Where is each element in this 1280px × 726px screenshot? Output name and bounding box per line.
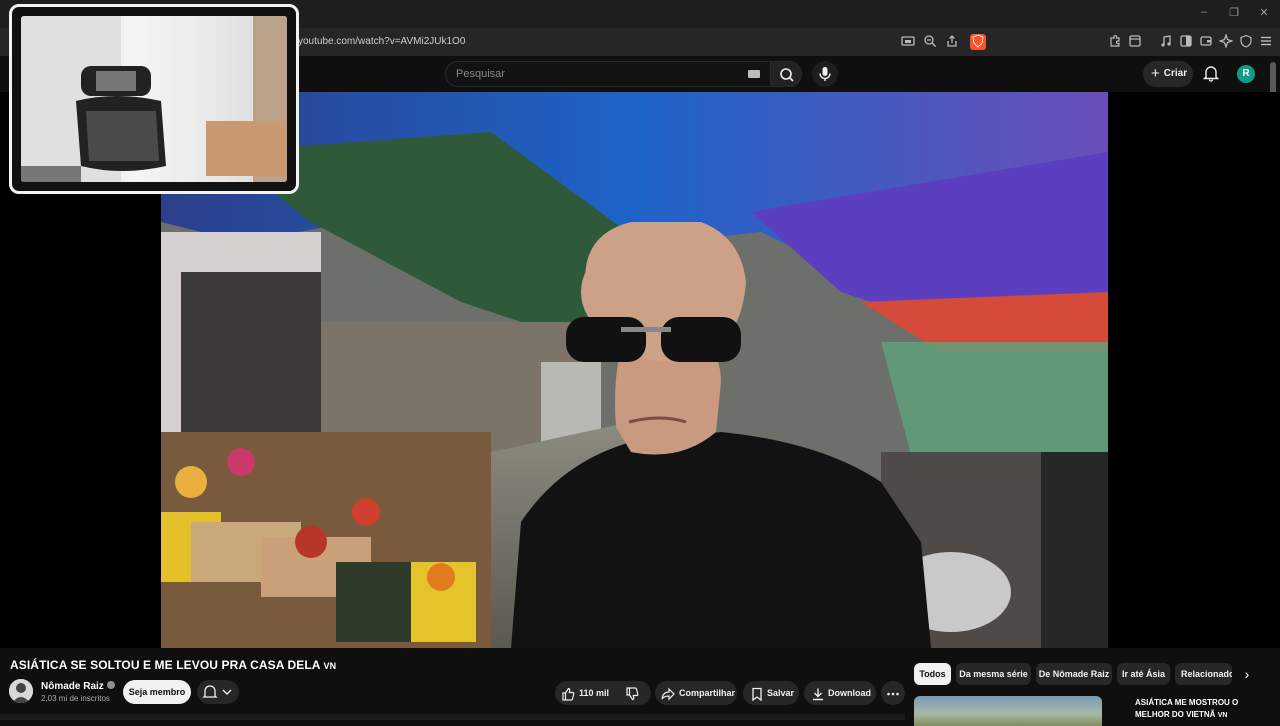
video-player[interactable] xyxy=(161,92,1108,648)
media-music-icon[interactable] xyxy=(1158,34,1174,50)
url-field[interactable]: youtube.com/watch?v=AVMi2JUk1O0 xyxy=(290,31,990,53)
channel-name-text[interactable]: Nômade Raiz xyxy=(41,681,104,692)
search-icon xyxy=(780,68,794,82)
recommendation-thumbnail[interactable] xyxy=(914,696,1102,726)
close-window-button[interactable]: ✕ xyxy=(1250,6,1278,19)
video-title-flag: VN xyxy=(323,661,337,671)
like-dislike-group: 110 mil xyxy=(555,681,651,705)
recommendation-title[interactable]: ASIÁTICA ME MOSTROU O MELHOR DO VIETNÃ V… xyxy=(1135,697,1255,722)
plus-icon: + xyxy=(1151,65,1160,82)
download-icon xyxy=(811,686,825,710)
search-box xyxy=(445,61,770,87)
extensions-icon[interactable] xyxy=(1107,34,1123,50)
webcam-feed xyxy=(21,16,287,182)
download-label: Download xyxy=(828,688,871,698)
search-button[interactable] xyxy=(770,61,802,87)
notifications-icon[interactable] xyxy=(1202,64,1220,82)
share-page-icon[interactable] xyxy=(944,34,960,50)
dislike-icon[interactable] xyxy=(625,686,639,710)
sidebar-panel-icon[interactable] xyxy=(1127,34,1143,50)
maximize-button[interactable]: ❐ xyxy=(1220,6,1248,19)
more-actions-button[interactable] xyxy=(881,681,905,705)
share-icon xyxy=(661,686,675,710)
wallet-icon[interactable] xyxy=(1198,34,1214,50)
join-member-button[interactable]: Seja membro xyxy=(123,680,191,704)
chip-todos[interactable]: Todos xyxy=(914,663,951,685)
verified-icon xyxy=(106,681,115,689)
video-title: ASIÁTICA SE SOLTOU E ME LEVOU PRA CASA D… xyxy=(10,658,336,672)
brave-shield-icon[interactable] xyxy=(970,34,986,50)
webcam-overlay xyxy=(9,4,299,194)
like-icon[interactable] xyxy=(561,686,575,710)
share-button[interactable]: Compartilhar xyxy=(655,681,737,705)
chip-same-series[interactable]: Da mesma série xyxy=(956,663,1031,685)
like-count[interactable]: 110 mil xyxy=(579,681,609,705)
user-avatar[interactable]: R xyxy=(1237,65,1255,83)
microphone-icon xyxy=(819,67,831,81)
channel-name[interactable]: Nômade Raiz xyxy=(41,681,115,692)
subscription-bell-button[interactable] xyxy=(197,680,239,704)
recommendation-flag: VN xyxy=(1217,712,1228,719)
bookmark-icon xyxy=(750,686,764,710)
search-input[interactable] xyxy=(446,62,736,86)
chevron-right-icon[interactable]: › xyxy=(1238,664,1256,684)
voice-search-button[interactable] xyxy=(812,61,838,87)
create-label: Criar xyxy=(1163,68,1188,79)
description-box-edge xyxy=(0,714,905,720)
share-label: Compartilhar xyxy=(679,688,736,698)
video-title-text: ASIÁTICA SE SOLTOU E ME LEVOU PRA CASA D… xyxy=(10,658,321,672)
download-button[interactable]: Download xyxy=(804,681,876,705)
player-letterbox-right xyxy=(1108,92,1280,648)
create-button[interactable]: + Criar xyxy=(1143,61,1193,87)
cast-icon[interactable] xyxy=(900,34,916,50)
vpn-shield-icon[interactable] xyxy=(1238,34,1254,50)
save-button[interactable]: Salvar xyxy=(743,681,799,705)
split-view-icon[interactable] xyxy=(1178,34,1194,50)
subscriber-count: 2,03 mi de inscritos xyxy=(41,694,110,703)
chip-related[interactable]: Relacionado xyxy=(1175,663,1232,685)
minimize-button[interactable]: – xyxy=(1190,6,1218,18)
channel-avatar[interactable] xyxy=(9,679,33,703)
chip-asia[interactable]: Ir até Ásia xyxy=(1117,663,1170,685)
save-label: Salvar xyxy=(767,688,795,698)
browser-menu-icon[interactable] xyxy=(1258,34,1274,50)
video-frame xyxy=(161,92,1108,648)
keyboard-icon[interactable] xyxy=(748,70,760,78)
zoom-icon[interactable] xyxy=(922,34,938,50)
chip-from-channel[interactable]: De Nômade Raiz xyxy=(1036,663,1112,685)
bell-dropdown-icon xyxy=(202,685,232,698)
ai-assistant-icon[interactable] xyxy=(1218,33,1234,50)
more-horizontal-icon xyxy=(886,686,900,710)
